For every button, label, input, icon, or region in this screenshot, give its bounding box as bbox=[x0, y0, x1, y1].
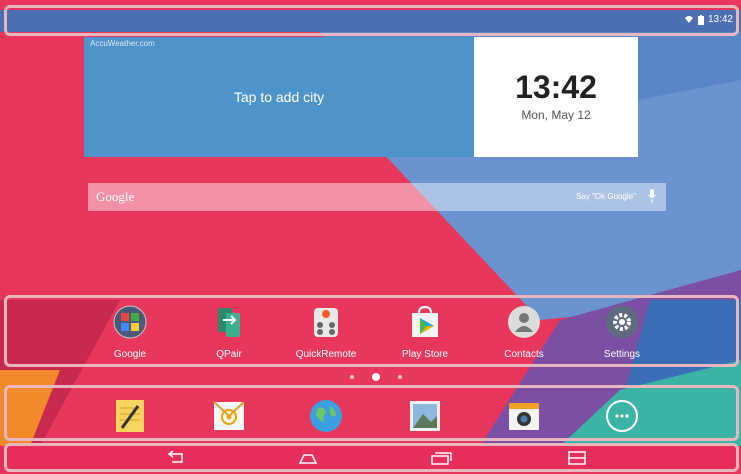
app-label: Google bbox=[113, 349, 147, 360]
battery-icon bbox=[697, 14, 704, 25]
browser-icon[interactable] bbox=[308, 398, 344, 434]
quickremote-icon bbox=[314, 308, 338, 337]
app-play-store[interactable]: Play Store bbox=[385, 305, 465, 360]
gallery-icon[interactable] bbox=[407, 398, 443, 434]
app-icon-row: Google QPair QuickRemote Play Store Cont… bbox=[0, 300, 741, 366]
app-contacts[interactable]: Contacts bbox=[484, 305, 564, 360]
contacts-icon bbox=[508, 306, 540, 338]
app-qpair[interactable]: QPair bbox=[189, 305, 269, 360]
ok-google-hint: Say "Ok Google" bbox=[576, 192, 636, 201]
app-label: QPair bbox=[216, 349, 242, 360]
weather-add-city[interactable]: Tap to add city bbox=[84, 37, 474, 157]
dual-window-icon[interactable] bbox=[565, 450, 589, 466]
clock-time: 13:42 bbox=[515, 69, 597, 105]
camera-icon[interactable] bbox=[506, 398, 542, 434]
navigation-bar bbox=[0, 446, 741, 470]
app-label: Contacts bbox=[504, 349, 544, 360]
google-search-bar[interactable]: Google Say "Ok Google" bbox=[88, 183, 666, 211]
page-dot-current[interactable] bbox=[372, 373, 380, 381]
google-folder-icon bbox=[113, 305, 147, 339]
dock bbox=[0, 392, 741, 442]
app-quickremote[interactable]: QuickRemote bbox=[286, 305, 366, 360]
status-icons: 13:42 bbox=[684, 14, 733, 25]
clock-date: Mon, May 12 bbox=[521, 108, 591, 122]
app-label: QuickRemote bbox=[295, 349, 357, 360]
status-time: 13:42 bbox=[707, 14, 733, 25]
wifi-icon bbox=[684, 16, 693, 23]
app-label: Play Store bbox=[401, 349, 449, 360]
app-settings[interactable]: Settings bbox=[582, 305, 662, 360]
clock-widget[interactable]: 13:42 Mon, May 12 bbox=[474, 37, 638, 157]
app-google[interactable]: Google bbox=[90, 305, 170, 360]
page-dot[interactable] bbox=[398, 375, 402, 379]
page-indicator bbox=[0, 371, 741, 385]
weather-widget[interactable]: AccuWeather.com Tap to add city bbox=[84, 37, 474, 157]
home-icon[interactable] bbox=[296, 450, 320, 466]
settings-icon bbox=[606, 306, 638, 338]
email-icon[interactable] bbox=[211, 398, 247, 434]
microphone-icon[interactable] bbox=[648, 189, 656, 203]
app-label: Settings bbox=[603, 349, 641, 360]
qpair-icon bbox=[218, 308, 240, 337]
status-bar: 13:42 bbox=[0, 10, 741, 32]
back-icon[interactable] bbox=[164, 450, 188, 466]
google-logo: Google bbox=[96, 189, 135, 204]
app-drawer-icon[interactable] bbox=[604, 398, 640, 434]
recent-apps-icon[interactable] bbox=[429, 450, 453, 466]
play-store-icon bbox=[412, 305, 438, 337]
home-screen: 13:42 AccuWeather.com Tap to add city 13… bbox=[0, 0, 741, 474]
page-dot[interactable] bbox=[350, 375, 354, 379]
notes-icon[interactable] bbox=[112, 398, 148, 434]
